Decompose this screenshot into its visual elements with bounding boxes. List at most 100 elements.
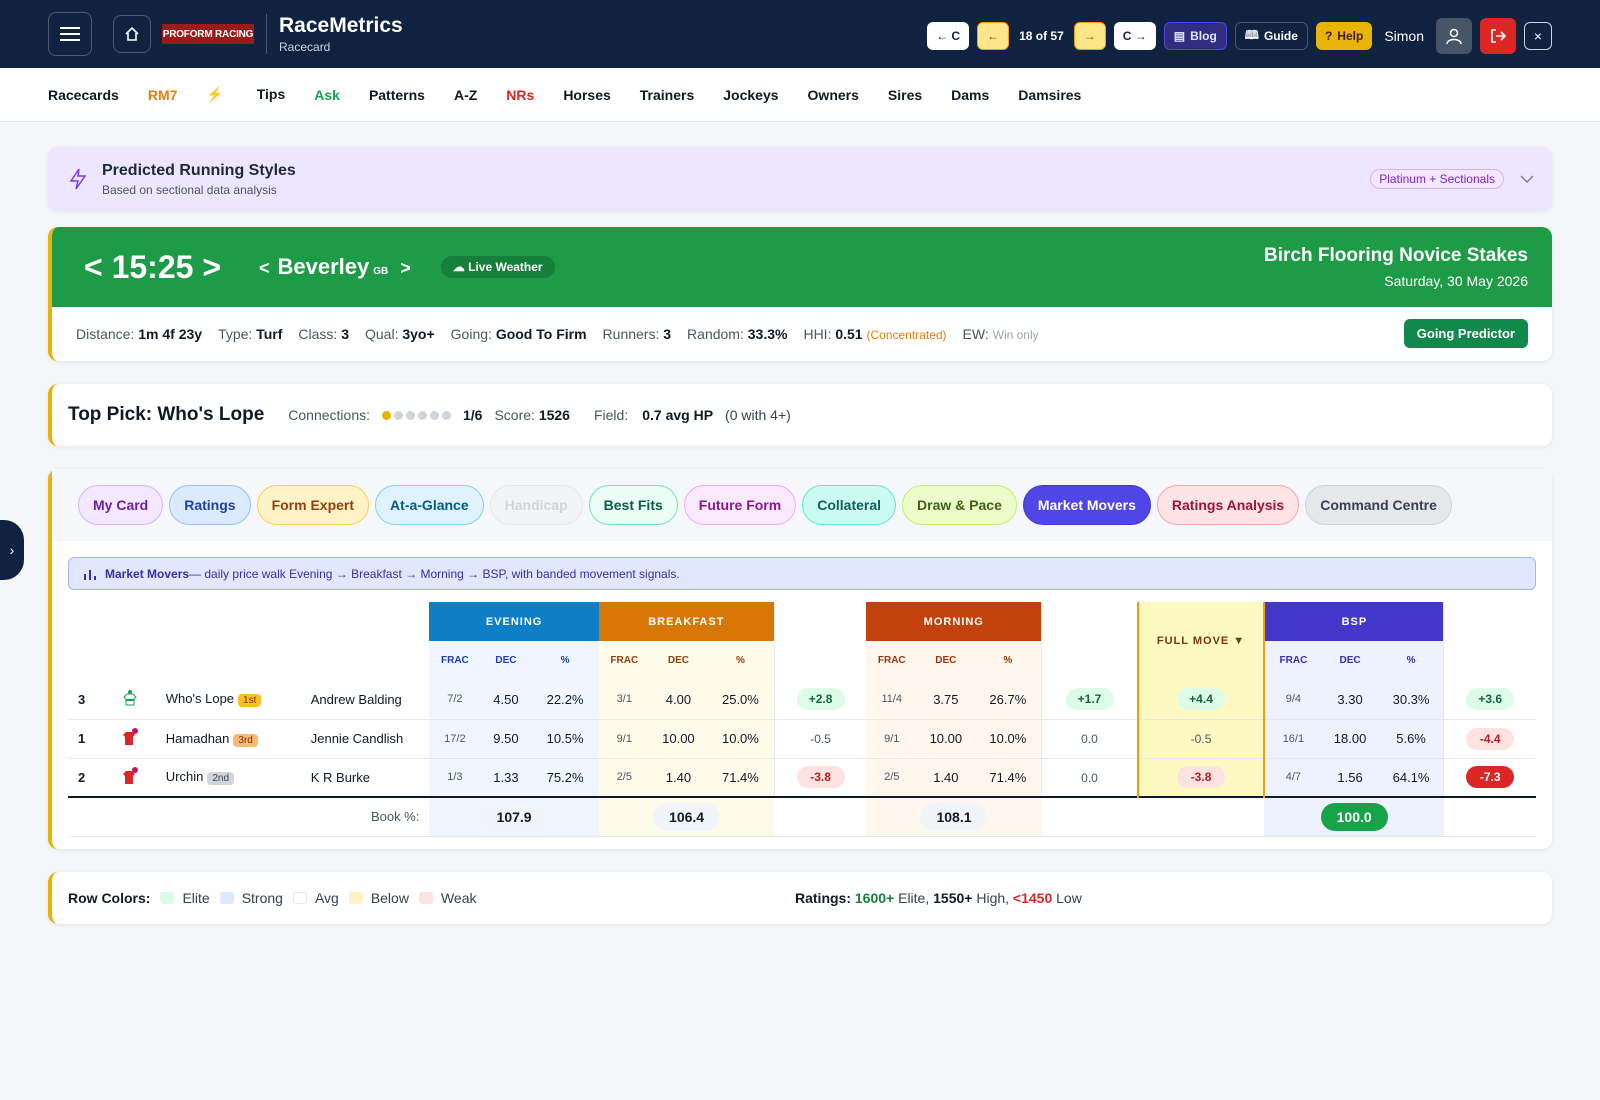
going-predictor-button[interactable]: Going Predictor (1403, 319, 1528, 348)
bk-frac: 2/5 (598, 758, 650, 797)
nav-ask[interactable]: Ask (314, 87, 340, 103)
col-bsp-pct: % (1378, 641, 1444, 680)
bsp-dec: 1.56 (1321, 758, 1379, 797)
help-button[interactable]: ? Help (1315, 22, 1373, 50)
col-morning[interactable]: MORNING (866, 602, 1042, 641)
tab-command-centre[interactable]: Command Centre (1305, 485, 1452, 525)
tab-my-card[interactable]: My Card (78, 485, 164, 525)
analysis-card: My Card Ratings Form Expert At-a-Glance … (48, 469, 1552, 849)
race-time-nav[interactable]: < 15:25 > (84, 249, 221, 286)
nav-sires[interactable]: Sires (888, 87, 922, 103)
horse-cell[interactable]: Hamadhan 3rd (156, 719, 301, 758)
tab-market-movers[interactable]: Market Movers (1022, 485, 1151, 525)
move2-cell: +1.7 (1041, 680, 1138, 719)
trainer-name[interactable]: Jennie Candlish (301, 719, 430, 758)
mo-dec: 10.00 (917, 719, 975, 758)
col-ev-frac: FRAC (429, 641, 481, 680)
home-button[interactable] (113, 15, 151, 53)
col-breakfast[interactable]: BREAKFAST (598, 602, 775, 641)
help-icon: ? (1324, 29, 1333, 43)
col-1st-move[interactable]: 1ST MOVE (773, 602, 867, 680)
swatch-weak (418, 892, 433, 904)
menu-button[interactable] (48, 12, 92, 56)
horse-cell[interactable]: Who's Lope 1st (156, 680, 301, 719)
next-course-button[interactable]: C → (1113, 22, 1156, 50)
nav-patterns[interactable]: Patterns (369, 87, 425, 103)
silk (105, 758, 156, 797)
col-race-day[interactable]: RACE-DAY (1443, 602, 1536, 680)
move-chip: +4.4 (1177, 688, 1226, 711)
close-button[interactable]: × (1524, 22, 1552, 50)
hamburger-icon (60, 27, 80, 41)
bsp-dec: 3.30 (1321, 680, 1379, 719)
col-2nd-move[interactable]: 2ND MOVE (1041, 602, 1138, 680)
move1-cell: +2.8 (773, 680, 867, 719)
nav-damsires[interactable]: Damsires (1018, 87, 1081, 103)
table-row[interactable]: 2 Urchin 2nd K R Burke 1/3 1.33 75.2% 2/5 1.40 71… (68, 758, 1536, 797)
next-course-arrow[interactable]: > (400, 258, 411, 278)
horse-cell[interactable]: Urchin 2nd (156, 758, 301, 797)
side-panel-toggle[interactable]: › (0, 520, 24, 580)
prev-course-arrow[interactable]: < (259, 258, 270, 278)
full-move-cell: -0.5 (1136, 719, 1266, 758)
table-row[interactable]: 1 Hamadhan 3rd Jennie Candlish 17/2 9.50 10.5%… (68, 719, 1536, 758)
tab-ratings-analysis[interactable]: Ratings Analysis (1156, 485, 1300, 525)
horse-name[interactable]: Who's Lope (166, 691, 234, 706)
bar-chart-icon (84, 569, 96, 580)
horse-name[interactable]: Urchin (166, 769, 204, 784)
race-date: Saturday, 30 May 2026 (1384, 273, 1528, 289)
proform-logo[interactable]: PROFORM RACING (162, 24, 254, 44)
trainer-name[interactable]: Andrew Balding (301, 680, 430, 719)
app-title: RaceMetrics (279, 14, 403, 37)
live-weather-button[interactable]: ☁ Live Weather (440, 256, 555, 278)
col-evening[interactable]: EVENING (429, 602, 599, 641)
field-note: (0 with 4+) (725, 407, 791, 423)
trainer-name[interactable]: K R Burke (301, 758, 430, 797)
guide-button[interactable]: 🕮 Guide (1234, 22, 1308, 50)
tab-form-expert[interactable]: Form Expert (256, 485, 370, 525)
legend-weak: Weak (440, 890, 477, 906)
nav-jockeys[interactable]: Jockeys (723, 87, 778, 103)
logout-button[interactable] (1480, 18, 1516, 54)
move-chip: -4.4 (1466, 727, 1515, 750)
profile-button[interactable] (1436, 18, 1472, 54)
tab-best-fits[interactable]: Best Fits (588, 485, 678, 525)
book-empty-1 (774, 797, 866, 836)
table-row[interactable]: 3 Who's Lope 1st Andrew Balding 7/2 4.50 22.2%… (68, 680, 1536, 719)
running-styles-panel[interactable]: Predicted Running Styles Based on sectio… (48, 147, 1552, 211)
nav-owners[interactable]: Owners (808, 87, 859, 103)
blog-button[interactable]: ▤ Blog (1163, 22, 1227, 50)
ev-frac: 17/2 (429, 719, 481, 758)
nav-dams[interactable]: Dams (951, 87, 989, 103)
nav-racecards[interactable]: Racecards (48, 87, 119, 103)
guide-label: Guide (1263, 29, 1298, 43)
chevron-down-icon[interactable] (1520, 174, 1534, 184)
tab-ratings[interactable]: Ratings (169, 485, 251, 525)
col-trainer[interactable]: TRAINER (300, 602, 430, 680)
nav-trainers[interactable]: Trainers (640, 87, 694, 103)
running-styles-subtitle: Based on sectional data analysis (102, 182, 277, 197)
next-race-button[interactable]: → (1073, 22, 1106, 50)
book-empty-2 (1042, 797, 1138, 836)
col-ev-pct: % (531, 641, 599, 680)
prev-course-button[interactable]: ← C (927, 22, 970, 50)
full-move-cell: +4.4 (1136, 680, 1266, 719)
silk-icon (123, 689, 137, 706)
horse-name[interactable]: Hamadhan (166, 731, 230, 746)
nav-a-z[interactable]: A-Z (454, 87, 477, 103)
ev-frac: 7/2 (429, 680, 481, 719)
nav-horses[interactable]: Horses (563, 87, 610, 103)
nav-rm7[interactable]: RM7 (148, 87, 178, 103)
col-full-move[interactable]: FULL MOVE ▼ (1136, 602, 1266, 680)
nav-tips[interactable]: ⚡ Tips (206, 86, 285, 103)
mo-pct: 10.0% (974, 719, 1042, 758)
tab-future-form[interactable]: Future Form (683, 485, 797, 525)
prev-race-button[interactable]: ← (977, 22, 1010, 50)
nav-nrs[interactable]: NRs (506, 87, 534, 103)
col-bsp[interactable]: BSP (1264, 602, 1444, 641)
col-horse[interactable]: HORSE (155, 602, 301, 680)
tab-at-a-glance[interactable]: At-a-Glance (375, 485, 484, 525)
mo-pct: 71.4% (974, 758, 1042, 797)
tab-draw-pace[interactable]: Draw & Pace (902, 485, 1017, 525)
tab-collateral[interactable]: Collateral (802, 485, 897, 525)
